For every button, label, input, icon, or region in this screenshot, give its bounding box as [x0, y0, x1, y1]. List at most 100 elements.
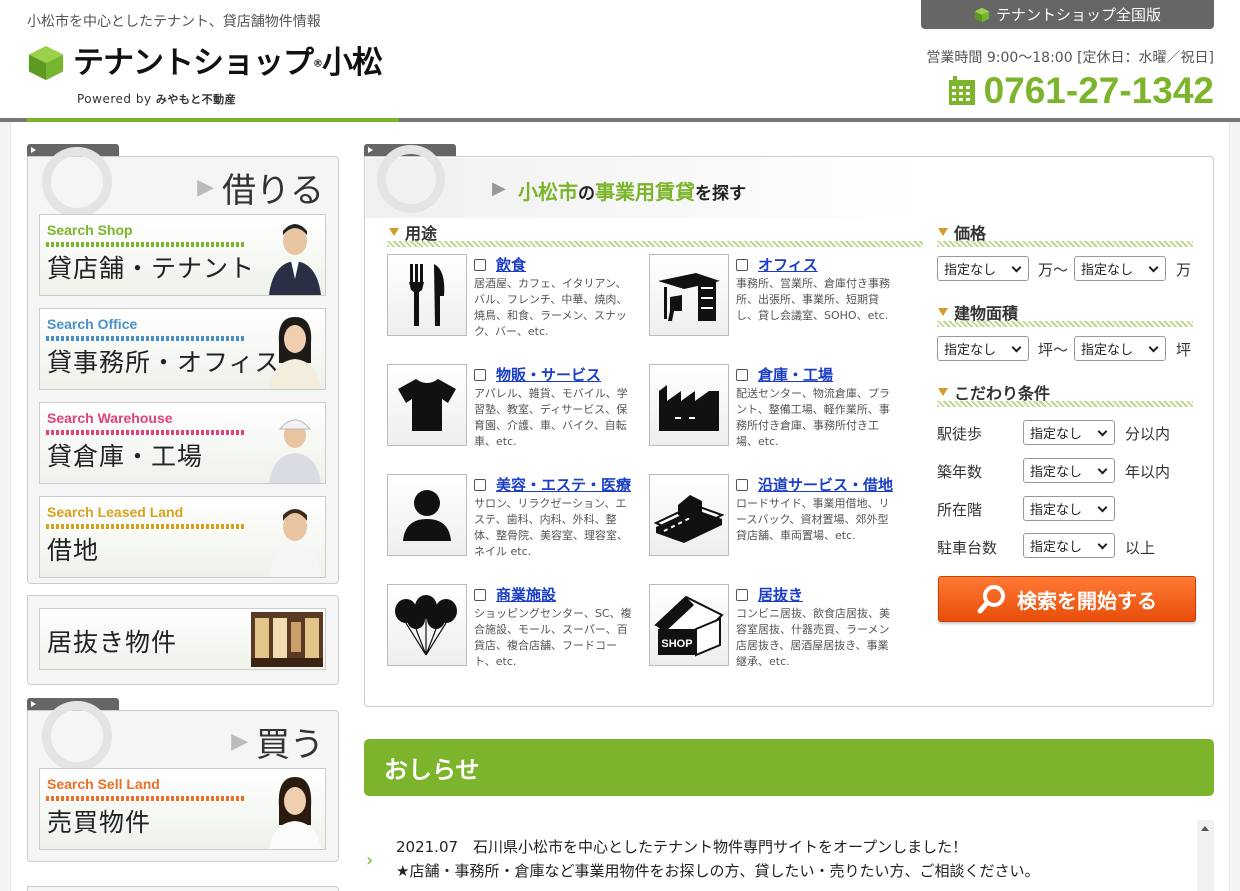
card-subtitle: Search Sell Land — [47, 776, 160, 792]
triangle-icon — [938, 308, 948, 316]
category-description: 居酒屋、カフェ、イタリアン、バル、フレンチ、中華、焼肉、焼鳥、和食、ラーメン、ス… — [474, 277, 628, 338]
business-hours: 営業時間 9:00～18:00 [定休日：水曜／祝日] — [926, 50, 1214, 66]
parking-label: 駐車台数 — [937, 539, 998, 557]
worker-helmet-photo-icon — [269, 419, 321, 483]
category-description: 配送センター、物流倉庫、プラント、整備工場、軽作業所、事務所付き倉庫、事務所付き… — [736, 387, 890, 448]
card-stripe — [46, 796, 246, 801]
category-checkbox-label[interactable]: 物販・サービス — [474, 364, 601, 385]
start-search-button[interactable]: 検索を開始する — [938, 576, 1196, 622]
category-checkbox[interactable] — [474, 478, 486, 491]
category-description: ロードサイド、事業用借地、リースバック、資材置場、郊外型貸店舗、車両置場、etc… — [736, 497, 890, 542]
rent-heading: ▶ 借りる — [197, 171, 324, 211]
person-icon — [403, 490, 451, 541]
category-checkbox[interactable] — [736, 588, 748, 601]
powered-by: Powered by みやもと不動産 — [77, 92, 237, 106]
category-checkbox-label[interactable]: 居抜き — [736, 584, 803, 605]
category-checkbox[interactable] — [736, 368, 748, 381]
phone-icon — [948, 76, 975, 105]
tshirt-icon — [398, 379, 456, 431]
price-min-select[interactable]: 指定なし — [937, 256, 1029, 281]
factory-icon — [659, 385, 719, 431]
category-beauty-medical[interactable]: 美容・エステ・医療 サロン、リラクゼーション、エステ、歯科、内科、外科、整体、整… — [387, 474, 642, 558]
category-checkbox[interactable] — [474, 258, 486, 271]
area-max-select[interactable]: 指定なし — [1074, 336, 1166, 361]
desk-icon — [658, 273, 720, 321]
site-logo[interactable]: テナントショップ®小松 — [27, 44, 383, 82]
card-stripe — [46, 430, 246, 435]
floor-label: 所在階 — [937, 501, 983, 519]
parking-select[interactable]: 指定なし — [1023, 533, 1115, 558]
arrow-icon: ▶ — [197, 175, 214, 200]
category-description: 事務所、営業所、倉庫付き事務所、出張所、事業所、短期貸し、貸し会議室、SOHO、… — [736, 277, 890, 322]
shop-house-icon: SHOP — [654, 595, 724, 657]
card-search-sell-land[interactable]: Search Sell Land 売買物件 — [39, 768, 326, 850]
news-scrollbar[interactable] — [1197, 820, 1214, 891]
triangle-icon — [938, 228, 948, 236]
category-checkbox-label[interactable]: 沿道サービス・借地 — [736, 474, 893, 495]
magnifier-watermark-icon — [377, 145, 445, 213]
category-checkbox[interactable] — [736, 478, 748, 491]
category-commercial-facility[interactable]: 商業施設 ショッピングセンター、SC、複合施設、モール、スーパー、百貨店、複合店… — [387, 584, 642, 668]
card-search-warehouse[interactable]: Search Warehouse 貸倉庫・工場 — [39, 402, 326, 484]
category-roadside-land[interactable]: 沿道サービス・借地 ロードサイド、事業用借地、リースバック、資材置場、郊外型貸店… — [649, 474, 904, 558]
category-checkbox-label[interactable]: 倉庫・工場 — [736, 364, 833, 385]
category-checkbox[interactable] — [474, 588, 486, 601]
category-checkbox-label[interactable]: 飲食 — [474, 254, 526, 275]
card-stripe — [46, 336, 246, 341]
section-underline — [937, 401, 1193, 407]
category-office[interactable]: オフィス 事務所、営業所、倉庫付き事務所、出張所、事業所、短期貸し、貸し会議室、… — [649, 254, 904, 338]
card-title: 居抜き物件 — [47, 628, 178, 657]
category-description: サロン、リラクゼーション、エステ、歯科、内科、外科、整体、整骨院、美容室、理容室… — [474, 497, 628, 558]
card-search-office[interactable]: Search Office 貸事務所・オフィス — [39, 308, 326, 390]
national-site-link[interactable]: テナントショップ全国版 — [921, 0, 1214, 29]
fork-knife-icon — [409, 264, 445, 326]
businessman-photo-icon — [269, 224, 321, 295]
card-stripe — [46, 242, 246, 247]
card-title: 貸事務所・オフィス — [47, 348, 281, 377]
category-checkbox[interactable] — [736, 258, 748, 271]
green-cube-icon — [974, 7, 990, 22]
card-inuki[interactable]: 居抜き物件 — [39, 608, 326, 670]
card-search-leased-land[interactable]: Search Leased Land 借地 — [39, 496, 326, 578]
category-checkbox-label[interactable]: 商業施設 — [474, 584, 556, 605]
category-description: アパレル、雑貨、モバイル、学習塾、教室、ディサービス、保育園、介護、車、バイク、… — [474, 387, 628, 448]
search-title: 小松市の事業用賃貸を探す — [518, 180, 746, 204]
card-title: 売買物件 — [47, 808, 152, 837]
category-warehouse-factory[interactable]: 倉庫・工場 配送センター、物流倉庫、プラント、整備工場、軽作業所、事務所付き倉庫… — [649, 364, 904, 448]
magnifier-watermark-icon — [42, 147, 112, 217]
phone-number[interactable]: 0761-27-1342 — [948, 70, 1214, 112]
category-inshoku[interactable]: 飲食 居酒屋、カフェ、イタリアン、バル、フレンチ、中華、焼肉、焼鳥、和食、ラーメ… — [387, 254, 642, 338]
next-panel-top — [27, 886, 339, 891]
price-unit-mid: 万～ — [1038, 261, 1069, 279]
green-cube-icon — [28, 45, 64, 81]
building-age-select[interactable]: 指定なし — [1023, 458, 1115, 483]
arrow-icon: ▶ — [231, 729, 248, 754]
card-subtitle: Search Shop — [47, 222, 133, 238]
area-min-select[interactable]: 指定なし — [937, 336, 1029, 361]
triangle-icon — [389, 228, 399, 236]
smiling-man-photo-icon — [269, 509, 321, 577]
category-retail-service[interactable]: 物販・サービス アパレル、雑貨、モバイル、学習塾、教室、ディサービス、保育園、介… — [387, 364, 642, 448]
category-checkbox-label[interactable]: オフィス — [736, 254, 818, 275]
search-icon — [977, 585, 1005, 614]
category-description: コンビニ居抜、飲食店居抜、美容室居抜、什器売買、ラーメン店居抜き、居酒屋居抜き、… — [736, 607, 890, 668]
site-header: 小松市を中心としたテナント、貸店舗物件情報 テナントショップ®小松 Powere… — [0, 0, 1240, 122]
category-inuki[interactable]: SHOP 居抜き コンビニ居抜、飲食店居抜、美容室居抜、什器売買、ラーメン店居抜… — [649, 584, 904, 668]
price-unit-end: 万 — [1176, 261, 1192, 279]
magnifier-watermark-icon — [42, 701, 112, 771]
card-title: 貸店舗・テナント — [47, 254, 256, 283]
shop-interior-photo-icon — [251, 612, 323, 667]
price-max-select[interactable]: 指定なし — [1074, 256, 1166, 281]
category-checkbox[interactable] — [474, 368, 486, 381]
station-walk-select[interactable]: 指定なし — [1023, 420, 1115, 445]
arrow-icon: ▶ — [492, 178, 506, 199]
card-search-shop[interactable]: Search Shop 貸店舗・テナント — [39, 214, 326, 296]
card-subtitle: Search Leased Land — [47, 504, 184, 520]
category-description: ショッピングセンター、SC、複合施設、モール、スーパー、百貨店、複合店舗、フード… — [474, 607, 632, 668]
parking-unit: 以上 — [1125, 539, 1156, 557]
category-checkbox-label[interactable]: 美容・エステ・医療 — [474, 474, 631, 495]
floor-select[interactable]: 指定なし — [1023, 496, 1115, 521]
card-stripe — [46, 524, 246, 529]
station-walk-label: 駅徒歩 — [937, 425, 983, 443]
site-tagline: 小松市を中心としたテナント、貸店舗物件情報 — [27, 14, 321, 30]
